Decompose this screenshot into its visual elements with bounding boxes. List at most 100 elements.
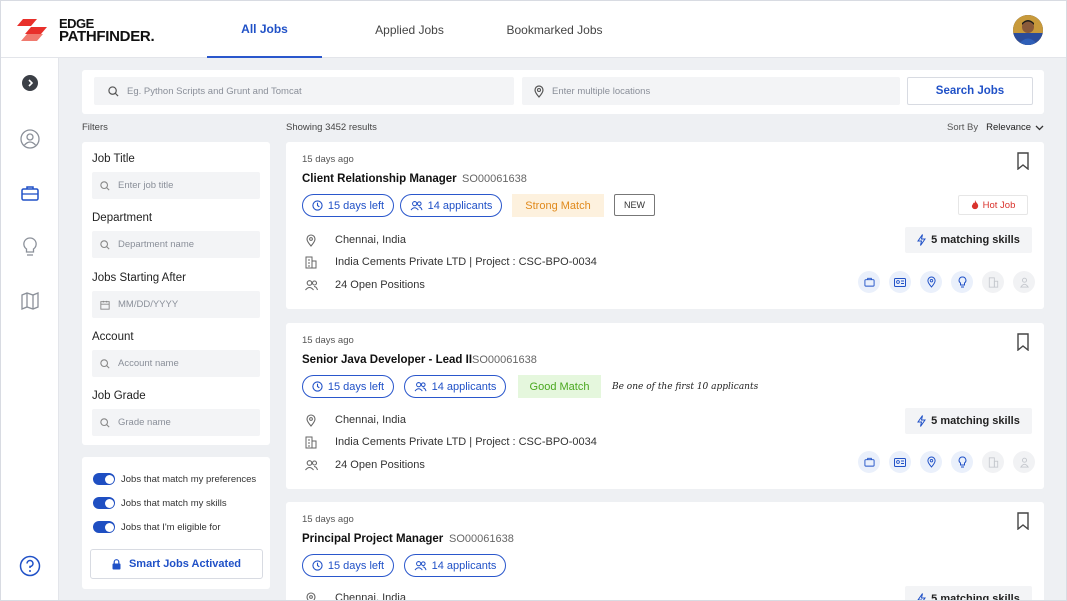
expand-rail-button[interactable] (19, 72, 41, 94)
toggle-preferences-switch[interactable] (93, 473, 115, 485)
filter-job-title-label: Job Title (92, 153, 135, 165)
toggle-row-eligible: Jobs that I'm eligible for (93, 521, 221, 533)
posted-ago: 15 days ago (302, 514, 354, 525)
matching-skills-badge[interactable]: 5 matching skills (905, 586, 1032, 600)
posted-ago: 15 days ago (302, 154, 354, 165)
toggle-row-preferences: Jobs that match my preferences (93, 473, 256, 485)
company-text: India Cements Private LTD | Project : CS… (335, 436, 597, 448)
job-card[interactable]: 15 days ago Senior Java Developer - Lead… (286, 323, 1044, 489)
job-title[interactable]: Principal Project Manager (302, 533, 443, 545)
job-code: SO00061638 (449, 533, 514, 545)
building-icon (982, 271, 1004, 293)
job-card[interactable]: 15 days ago Client Relationship Manager … (286, 142, 1044, 309)
avatar-image (1013, 15, 1043, 45)
location-text: Chennai, India (335, 234, 406, 246)
search-icon (108, 85, 119, 97)
applicants-label: 14 applicants (431, 380, 497, 393)
lightning-icon (917, 415, 927, 427)
job-location: Chennai, India (302, 591, 406, 600)
days-left-pill[interactable]: 15 days left (302, 194, 394, 217)
hot-job-badge: Hot Job (958, 195, 1028, 215)
results-count: Showing 3452 results (286, 122, 377, 133)
bookmark-icon[interactable] (1015, 152, 1031, 170)
account-input[interactable]: Account name (92, 350, 260, 377)
job-code: SO00061638 (462, 173, 527, 185)
job-title-placeholder: Enter job title (118, 180, 174, 191)
applicants-label: 14 applicants (427, 199, 493, 212)
sort-label: Sort By (947, 122, 979, 133)
clock-icon (312, 381, 323, 392)
id-card-icon (889, 271, 911, 293)
users-icon (304, 460, 318, 471)
tab-all-jobs[interactable]: All Jobs (207, 1, 322, 58)
department-input[interactable]: Department name (92, 231, 260, 258)
map-icon (21, 292, 39, 310)
matching-skills-badge[interactable]: 5 matching skills (905, 408, 1032, 434)
sort-dropdown[interactable]: Sort By Relevance (947, 122, 1044, 133)
clock-icon (312, 560, 323, 571)
job-title-input[interactable]: Enter job title (92, 172, 260, 199)
positions-text: 24 Open Positions (335, 459, 425, 471)
users-icon (410, 201, 423, 211)
search-bar: Eg. Python Scripts and Grunt and Tomcat … (82, 70, 1044, 114)
toggle-eligible-switch[interactable] (93, 521, 115, 533)
matching-skills-badge[interactable]: 5 matching skills (905, 227, 1032, 253)
help-icon (19, 555, 41, 577)
avatar[interactable] (1013, 15, 1043, 45)
smart-jobs-button[interactable]: Smart Jobs Activated (90, 549, 263, 579)
applicants-pill[interactable]: 14 applicants (400, 194, 502, 217)
lightning-icon (917, 593, 927, 600)
location-search-input[interactable]: Enter multiple locations (522, 77, 900, 105)
job-grade-placeholder: Grade name (118, 417, 171, 428)
match-badge: Good Match (518, 375, 601, 398)
applicants-pill[interactable]: 14 applicants (404, 554, 506, 577)
search-icon (100, 417, 110, 428)
rail-map-button[interactable] (19, 290, 41, 312)
applicants-label: 14 applicants (431, 559, 497, 572)
filter-job-grade-label: Job Grade (92, 390, 146, 402)
days-left-pill[interactable]: 15 days left (302, 375, 394, 398)
job-card[interactable]: 15 days ago Principal Project Manager SO… (286, 502, 1044, 600)
lightbulb-icon (951, 451, 973, 473)
start-date-placeholder: MM/DD/YYYY (118, 299, 179, 310)
toggle-eligible-label: Jobs that I'm eligible for (121, 521, 221, 533)
briefcase-icon (21, 186, 39, 201)
app-frame: EDGE PATHFINDER. All Jobs Applied Jobs B… (0, 0, 1067, 601)
rail-ideas-button[interactable] (19, 236, 41, 258)
start-date-input[interactable]: MM/DD/YYYY (92, 291, 260, 318)
user-group-icon (1013, 271, 1035, 293)
left-rail (1, 58, 59, 600)
location-pin-icon (534, 84, 544, 98)
tab-bookmarked-jobs[interactable]: Bookmarked Jobs (497, 1, 612, 58)
keyword-search-input[interactable]: Eg. Python Scripts and Grunt and Tomcat (94, 77, 514, 105)
filter-start-date-label: Jobs Starting After (92, 272, 186, 284)
toggle-preferences-label: Jobs that match my preferences (121, 473, 257, 485)
tab-applied-jobs[interactable]: Applied Jobs (322, 1, 497, 58)
edge-pathfinder-logo[interactable]: EDGE PATHFINDER. (17, 15, 177, 45)
toggle-skills-switch[interactable] (93, 497, 115, 509)
days-left-label: 15 days left (327, 380, 385, 393)
bookmark-icon[interactable] (1015, 512, 1031, 530)
filter-account-label: Account (92, 331, 134, 343)
users-icon (304, 280, 318, 291)
bookmark-icon[interactable] (1015, 333, 1031, 351)
help-button[interactable] (19, 555, 41, 577)
department-placeholder: Department name (118, 239, 195, 250)
id-card-icon (889, 451, 911, 473)
rail-profile-button[interactable] (19, 128, 41, 150)
hot-job-label: Hot Job (982, 199, 1016, 211)
rail-jobs-button[interactable] (19, 182, 41, 204)
job-title[interactable]: Client Relationship Manager (302, 173, 457, 185)
search-jobs-button[interactable]: Search Jobs (907, 77, 1033, 105)
search-icon (100, 239, 110, 250)
job-grade-input[interactable]: Grade name (92, 409, 260, 436)
building-icon (305, 436, 317, 448)
user-icon (20, 129, 40, 149)
job-company: India Cements Private LTD | Project : CS… (302, 435, 597, 449)
job-title[interactable]: Senior Java Developer - Lead II (302, 354, 472, 366)
applicants-pill[interactable]: 14 applicants (404, 375, 506, 398)
users-icon (414, 561, 427, 571)
days-left-pill[interactable]: 15 days left (302, 554, 394, 577)
chevron-right-icon (22, 75, 38, 91)
first-applicants-note: Be one of the first 10 applicants (612, 382, 759, 392)
